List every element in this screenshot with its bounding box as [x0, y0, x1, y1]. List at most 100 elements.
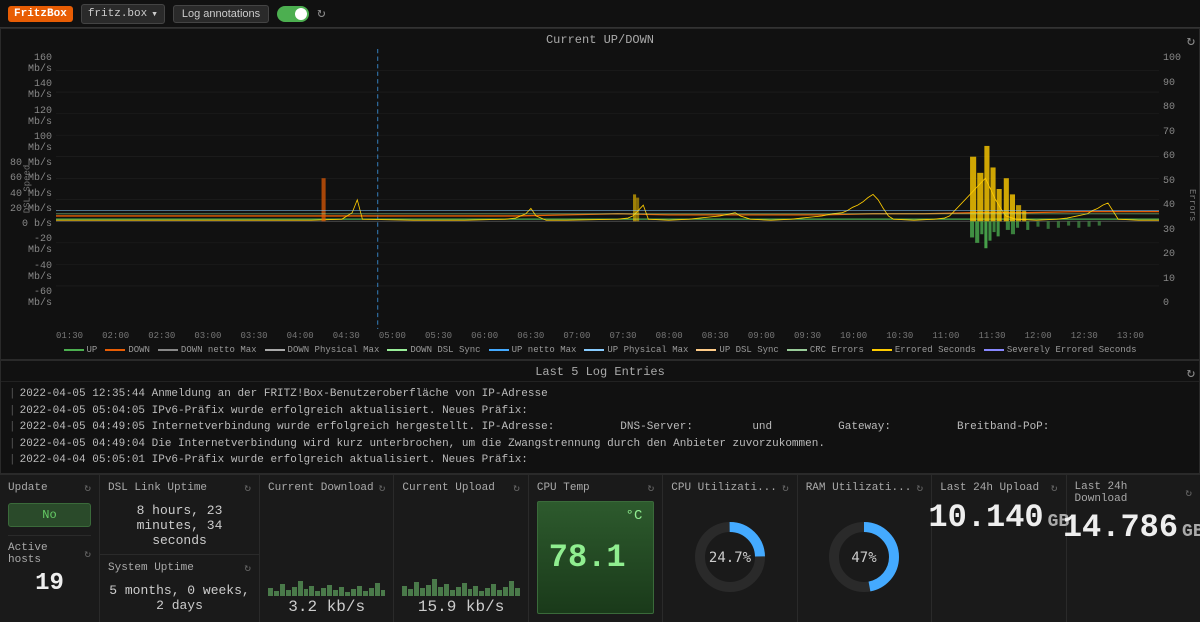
update-refresh-icon[interactable]: ↻ [84, 481, 91, 495]
legend-down-netto-max: DOWN netto Max [158, 345, 257, 355]
log-annotations-toggle[interactable] [277, 6, 309, 22]
last-24h-download-title: Last 24h Download [1075, 481, 1186, 505]
cpu-util-gauge: 24.7% [671, 499, 788, 617]
log-refresh-icon[interactable]: ↻ [1187, 365, 1195, 382]
update-title: Update [8, 482, 48, 494]
log-entry-4: | 2022-04-05 04:49:04 Die Internetverbin… [9, 436, 1191, 453]
log-entry-1: | 2022-04-05 12:35:44 Anmeldung an der F… [9, 386, 1191, 403]
system-uptime-title: System Uptime [108, 562, 194, 574]
log-section: Last 5 Log Entries ↻ | 2022-04-05 12:35:… [0, 360, 1200, 474]
cpu-util-title: CPU Utilizati... [671, 482, 777, 494]
last-24h-upload-widget: Last 24h Upload ↻ 10.140 GB [932, 475, 1066, 622]
updown-chart-section: Current UP/DOWN ↻ DSL Speed 160 Mb/s 140… [0, 28, 1200, 360]
cpu-temp-widget: CPU Temp ↻ 78.1 °C [529, 475, 663, 622]
fritzbox-badge[interactable]: FritzBox [8, 6, 73, 22]
current-upload-refresh-icon[interactable]: ↻ [513, 481, 520, 495]
current-upload-header: Current Upload ↻ [402, 481, 519, 495]
dsl-uptime-widget: DSL Link Uptime ↻ 8 hours, 23 minutes, 3… [100, 475, 259, 555]
topbar: FritzBox fritz.box ▾ Log annotations ↻ [0, 0, 1200, 28]
cpu-temp-header: CPU Temp ↻ [537, 481, 654, 495]
x-axis-labels: 01:30 02:00 02:30 03:00 03:30 04:00 04:3… [1, 329, 1199, 341]
chart-canvas [56, 49, 1159, 329]
legend-errored-seconds: Errored Seconds [872, 345, 976, 355]
update-widget: Update ↻ No Active hosts ↻ 19 [0, 475, 100, 622]
legend-down-dsl-sync: DOWN DSL Sync [387, 345, 480, 355]
legend-down: DOWN [105, 345, 150, 355]
last-24h-upload-header: Last 24h Upload ↻ [940, 481, 1057, 495]
ram-util-title: RAM Utilizati... [806, 482, 912, 494]
legend-up-physical-max: UP Physical Max [584, 345, 688, 355]
system-uptime-header: System Uptime ↻ [108, 561, 251, 575]
system-uptime-widget: System Uptime ↻ 5 months, 0 weeks, 2 day… [100, 555, 259, 622]
last-24h-download-widget: Last 24h Download ↻ 14.786 GB [1067, 475, 1200, 622]
dsl-uptime-title: DSL Link Uptime [108, 482, 207, 494]
legend-crc-errors: CRC Errors [787, 345, 864, 355]
device-name: fritz.box [88, 8, 147, 20]
cpu-util-header: CPU Utilizati... ↻ [671, 481, 788, 495]
dsl-uptime-header: DSL Link Uptime ↻ [108, 481, 251, 495]
current-download-title: Current Download [268, 482, 374, 494]
ram-util-text: 47% [852, 550, 878, 566]
legend-up-netto-max: UP netto Max [489, 345, 577, 355]
cpu-temp-title: CPU Temp [537, 482, 590, 494]
main-content: Current UP/DOWN ↻ DSL Speed 160 Mb/s 140… [0, 28, 1200, 622]
uptime-stack: DSL Link Uptime ↻ 8 hours, 23 minutes, 3… [100, 475, 260, 622]
dsl-uptime-value: 8 hours, 23 minutes, 34 seconds [108, 503, 251, 548]
last-24h-download-display: 14.786 GB [1075, 509, 1192, 617]
dsl-uptime-refresh-icon[interactable]: ↻ [244, 481, 251, 495]
cpu-util-widget: CPU Utilizati... ↻ 24.7% [663, 475, 797, 622]
chart-legend: UP DOWN DOWN netto Max DOWN Physical Max… [1, 341, 1199, 359]
chart-refresh-icon[interactable]: ↻ [1187, 33, 1195, 50]
current-upload-chart: 15.9 kb/s [402, 499, 519, 617]
current-upload-value: 15.9 kb/s [402, 598, 519, 616]
log-entry-2: | 2022-04-05 05:04:05 IPv6-Präfix wurde … [9, 403, 1191, 420]
log-entries: | 2022-04-05 12:35:44 Anmeldung an der F… [1, 382, 1199, 473]
legend-up: UP [64, 345, 98, 355]
chevron-down-icon: ▾ [151, 7, 158, 21]
active-hosts-label: Active hosts [8, 542, 84, 566]
cpu-util-refresh-icon[interactable]: ↻ [782, 481, 789, 495]
last-24h-upload-refresh-icon[interactable]: ↻ [1051, 481, 1058, 495]
log-entry-5: | 2022-04-04 05:05:01 IPv6-Präfix wurde … [9, 452, 1191, 469]
y-axis-left-label: DSL Speed [22, 165, 32, 214]
cpu-temp-value: 78.1 [549, 539, 626, 576]
ram-util-refresh-icon[interactable]: ↻ [916, 481, 923, 495]
current-download-header: Current Download ↻ [268, 481, 385, 495]
ram-util-header: RAM Utilizati... ↻ [806, 481, 923, 495]
last-24h-download-header: Last 24h Download ↻ [1075, 481, 1192, 505]
last-24h-upload-title: Last 24h Upload [940, 482, 1039, 494]
cpu-temp-unit: °C [626, 502, 643, 524]
no-update-badge[interactable]: No [8, 503, 91, 527]
ram-util-widget: RAM Utilizati... ↻ 47% [798, 475, 932, 622]
log-entry-3: | 2022-04-05 04:49:05 Internetverbindung… [9, 419, 1191, 436]
log-annotations-button[interactable]: Log annotations [173, 5, 269, 23]
last-24h-upload-value: 10.140 [928, 499, 1043, 536]
chart-title: Current UP/DOWN [1, 29, 1199, 49]
last-24h-upload-display: 10.140 GB [940, 499, 1057, 617]
device-selector[interactable]: fritz.box ▾ [81, 4, 165, 24]
current-download-refresh-icon[interactable]: ↻ [379, 481, 386, 495]
log-title: Last 5 Log Entries [1, 361, 1199, 382]
bottom-widgets: Update ↻ No Active hosts ↻ 19 DSL Link U… [0, 474, 1200, 622]
active-hosts-header: Active hosts ↻ [8, 542, 91, 566]
active-hosts-value: 19 [8, 570, 91, 597]
current-download-widget: Current Download ↻ [260, 475, 394, 622]
system-uptime-refresh-icon[interactable]: ↻ [244, 561, 251, 575]
last-24h-download-refresh-icon[interactable]: ↻ [1185, 486, 1192, 500]
cpu-temp-refresh-icon[interactable]: ↻ [648, 481, 655, 495]
download-bars [268, 551, 385, 596]
y-axis-right-label: Errors [1187, 189, 1197, 221]
current-upload-title: Current Upload [402, 482, 494, 494]
last-24h-download-unit: GB [1182, 522, 1200, 542]
cpu-temp-display: 78.1 °C [537, 501, 654, 615]
upload-bars [402, 551, 519, 596]
system-uptime-value: 5 months, 0 weeks, 2 days [108, 583, 251, 613]
legend-severely-errored-seconds: Severely Errored Seconds [984, 345, 1137, 355]
cpu-util-text: 24.7% [709, 550, 752, 566]
active-hosts-refresh-icon[interactable]: ↻ [84, 547, 91, 561]
current-download-chart: 3.2 kb/s [268, 499, 385, 617]
legend-down-physical-max: DOWN Physical Max [265, 345, 380, 355]
topbar-refresh-icon[interactable]: ↻ [317, 5, 325, 22]
current-download-value: 3.2 kb/s [268, 598, 385, 616]
legend-up-dsl-sync: UP DSL Sync [696, 345, 778, 355]
